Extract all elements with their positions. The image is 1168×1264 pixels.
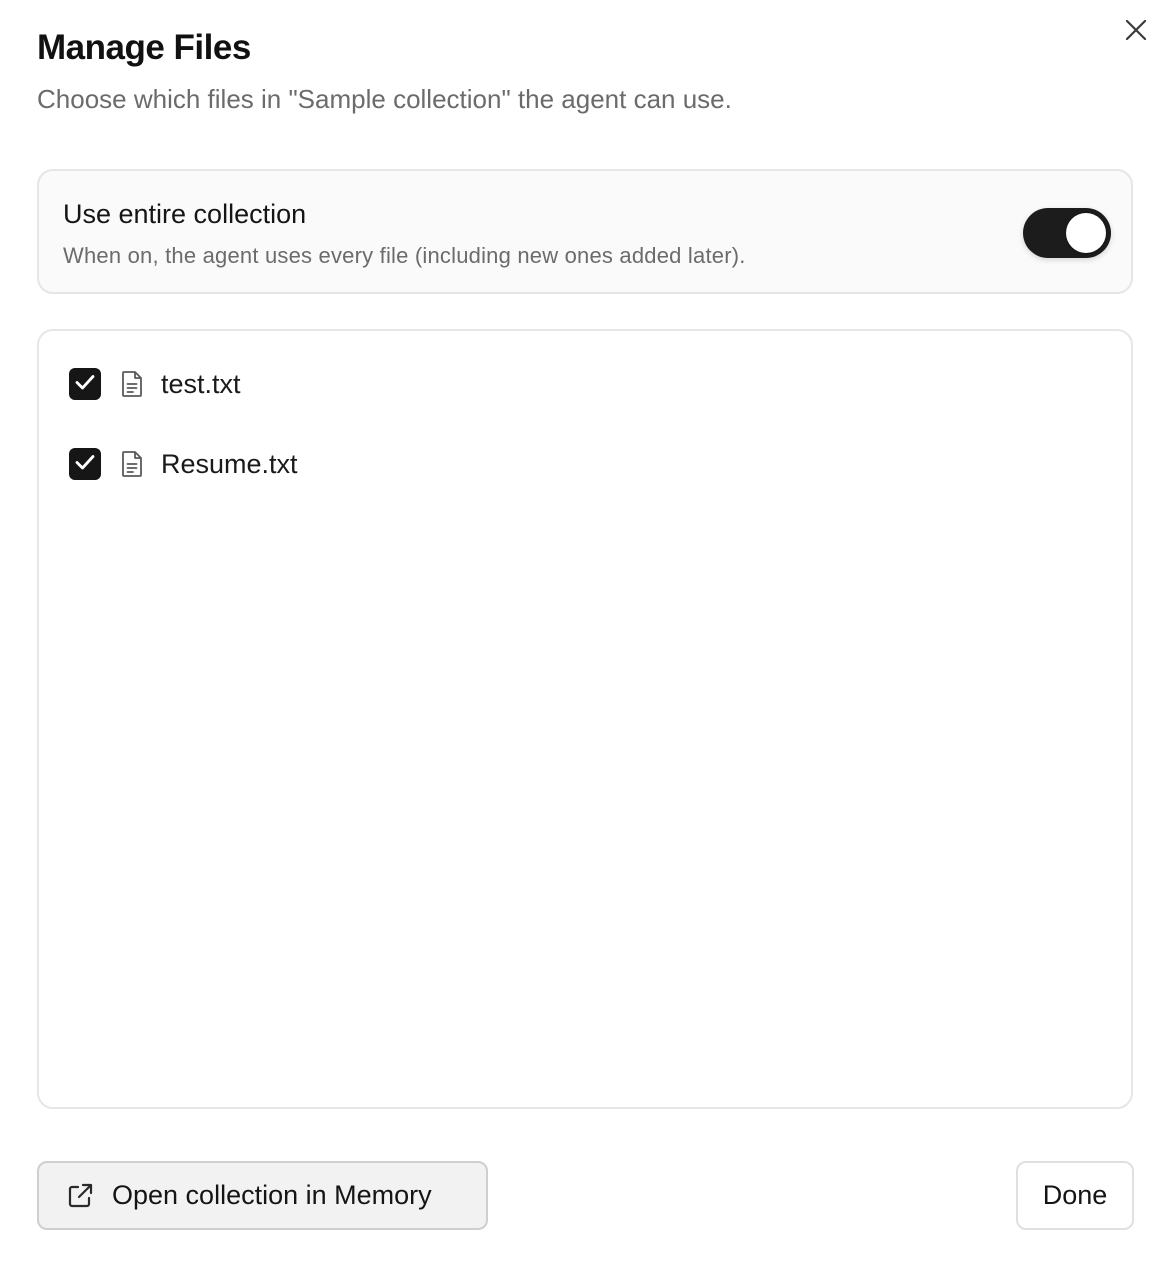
- file-name: test.txt: [161, 368, 241, 399]
- close-icon: [1124, 18, 1148, 47]
- file-name: Resume.txt: [161, 448, 298, 479]
- checkmark-icon: [73, 370, 97, 399]
- open-collection-in-memory-button[interactable]: Open collection in Memory: [37, 1161, 488, 1230]
- open-collection-label: Open collection in Memory: [112, 1180, 432, 1210]
- document-icon: [119, 449, 145, 479]
- file-list: test.txt Resume.txt: [37, 329, 1133, 1109]
- done-button[interactable]: Done: [1016, 1161, 1134, 1230]
- document-icon: [119, 369, 145, 399]
- file-row-test[interactable]: test.txt: [69, 364, 241, 404]
- dialog-title: Manage Files: [37, 28, 251, 67]
- external-link-icon: [64, 1180, 96, 1212]
- file-row-resume[interactable]: Resume.txt: [69, 444, 298, 484]
- checkmark-icon: [73, 450, 97, 479]
- file-checkbox-test[interactable]: [69, 368, 101, 400]
- close-button[interactable]: [1118, 14, 1154, 50]
- use-entire-collection-card: Use entire collection When on, the agent…: [37, 169, 1133, 294]
- toggle-knob: [1066, 213, 1106, 253]
- toggle-description: When on, the agent uses every file (incl…: [63, 243, 746, 268]
- done-label: Done: [1042, 1180, 1108, 1210]
- dialog-subtitle: Choose which files in "Sample collection…: [37, 84, 732, 114]
- toggle-title: Use entire collection: [63, 199, 307, 229]
- manage-files-dialog: Manage Files Choose which files in "Samp…: [0, 0, 1168, 1264]
- use-entire-collection-toggle[interactable]: [1023, 208, 1111, 258]
- file-checkbox-resume[interactable]: [69, 448, 101, 480]
